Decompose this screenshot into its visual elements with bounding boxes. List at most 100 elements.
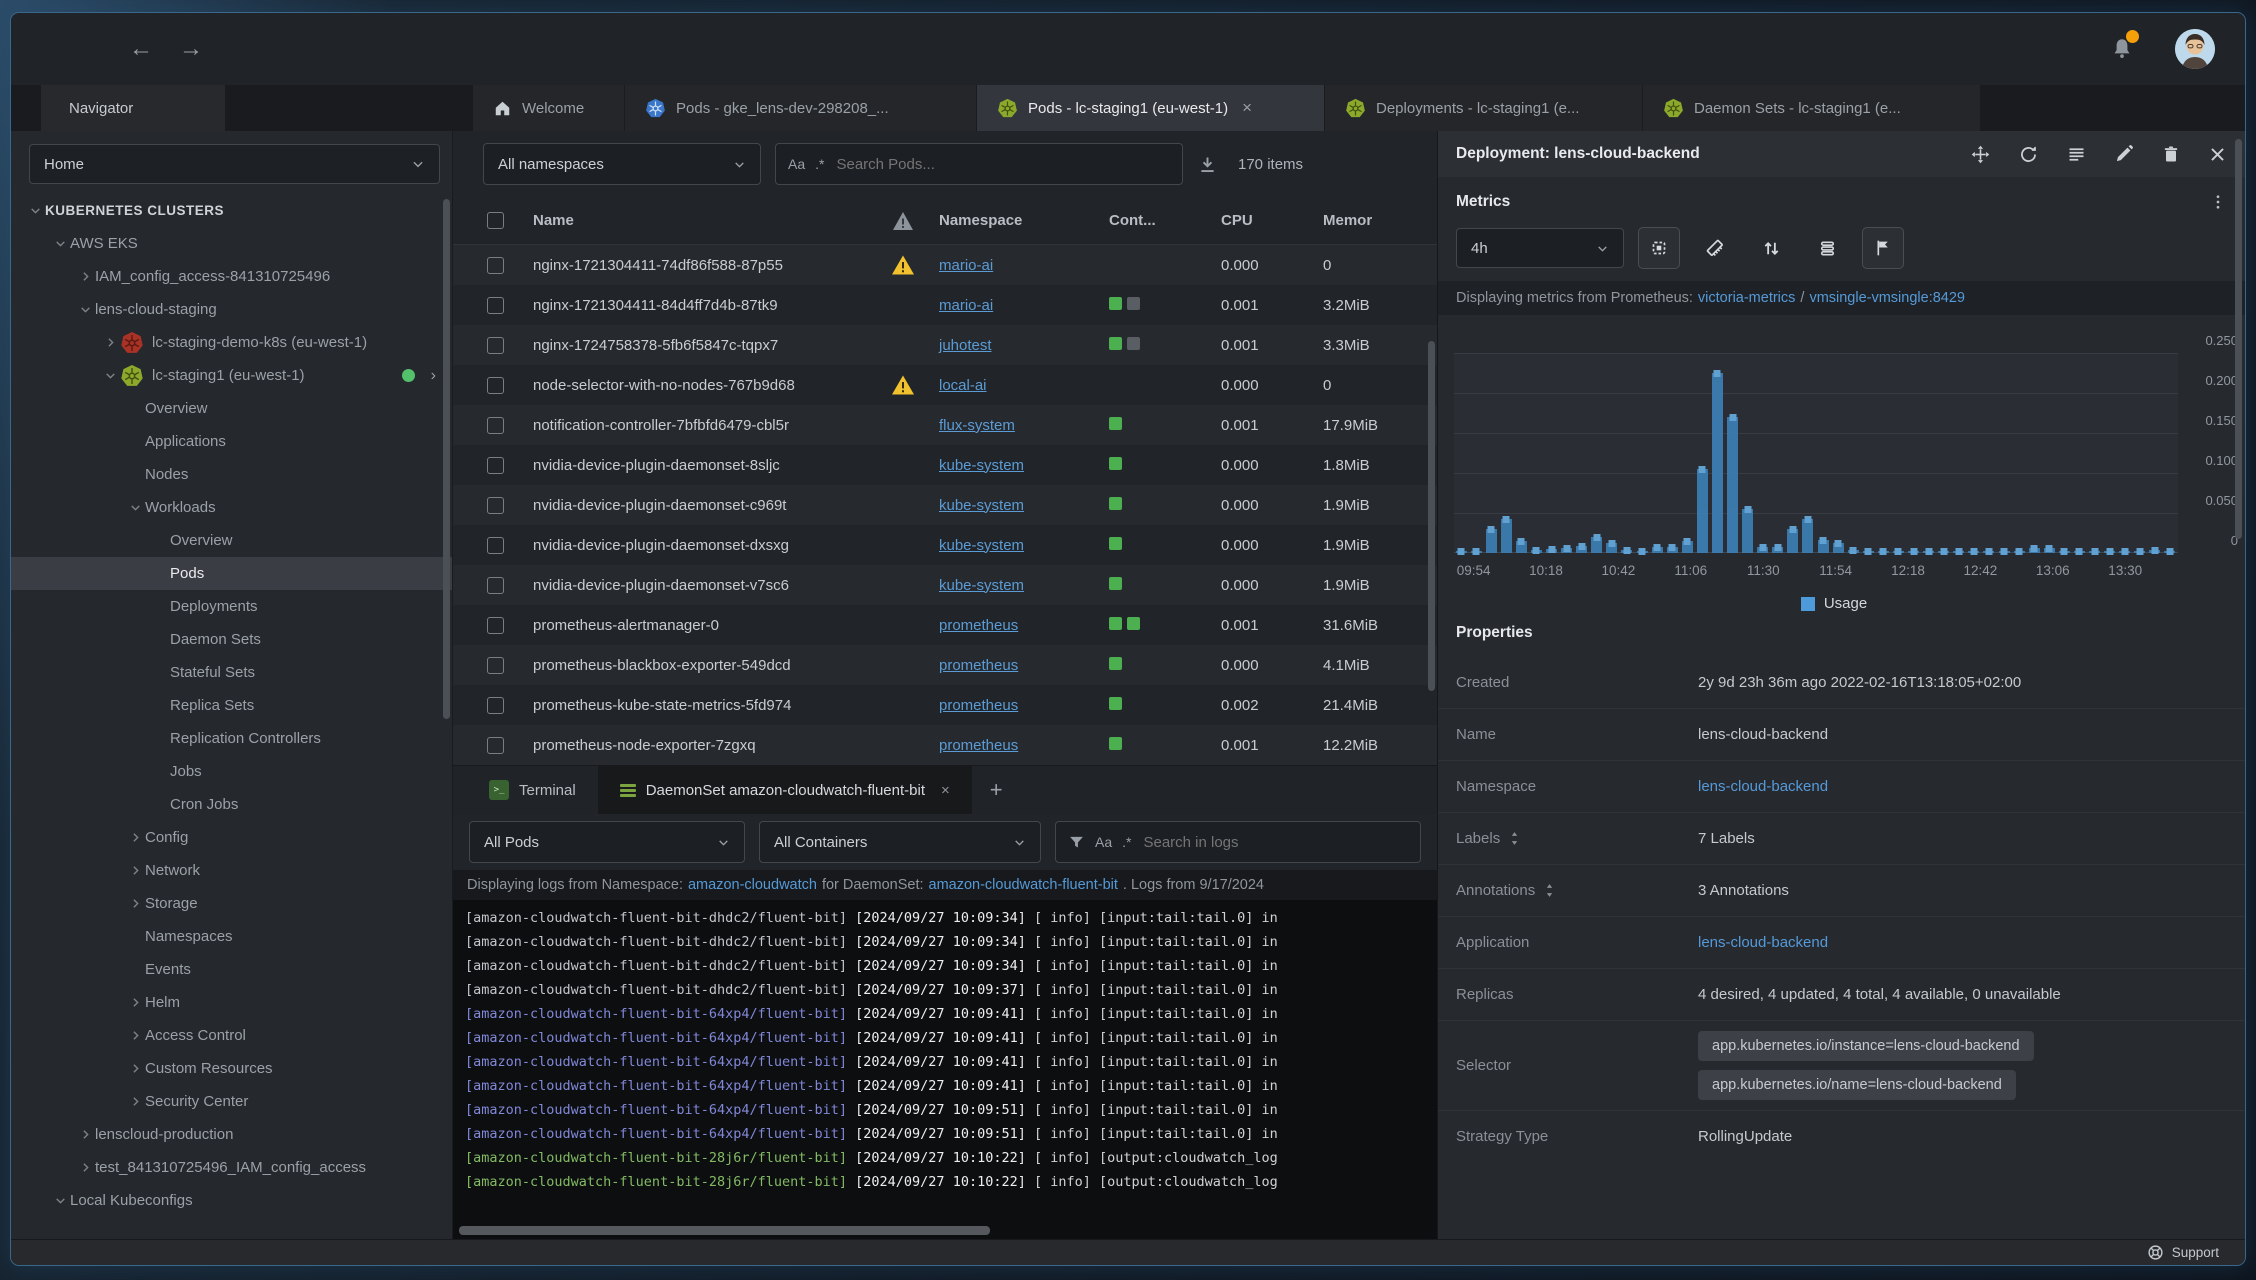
column-containers[interactable]: Cont... [1109, 212, 1221, 229]
dock-tab-daemonset-logs[interactable]: DaemonSet amazon-cloudwatch-fluent-bit × [597, 766, 972, 814]
namespace-filter-select[interactable]: All namespaces [483, 143, 761, 185]
delete-trash-icon[interactable] [2161, 144, 2181, 164]
sidebar-item-workloads[interactable]: Workloads [11, 491, 452, 524]
sidebar-item-lc-staging1-eu-west-1[interactable]: lc-staging1 (eu-west-1) › [11, 359, 452, 392]
sidebar-item-network[interactable]: Network [11, 854, 452, 887]
column-cpu[interactable]: CPU [1221, 212, 1323, 229]
metrics-range-select[interactable]: 4h [1456, 228, 1624, 268]
row-checkbox[interactable] [487, 536, 504, 554]
namespace-link[interactable]: prometheus [939, 617, 1018, 634]
table-row-prometheus-blackbox-exporter-549dcd[interactable]: prometheus-blackbox-exporter-549dcd prome… [453, 645, 1437, 685]
column-name[interactable]: Name [533, 212, 891, 229]
namespace-link[interactable]: prometheus [939, 657, 1018, 674]
tab-welcome[interactable]: Welcome [473, 85, 625, 131]
sidebar-item-aws-eks[interactable]: AWS EKS [11, 227, 452, 260]
cpu-metric-button[interactable] [1638, 227, 1680, 269]
namespace-link[interactable]: kube-system [939, 537, 1024, 554]
column-namespace[interactable]: Namespace [939, 212, 1109, 229]
table-row-notification-controller-7bfbfd6479-cbl5r[interactable]: notification-controller-7bfbfd6479-cbl5r… [453, 405, 1437, 445]
avatar[interactable] [2175, 29, 2215, 69]
dock-tab-terminal[interactable]: >_ Terminal [467, 766, 598, 814]
table-row-nvidia-device-plugin-daemonset-dxsxg[interactable]: nvidia-device-plugin-daemonset-dxsxg kube… [453, 525, 1437, 565]
match-case-toggle[interactable]: Aa [1095, 834, 1112, 850]
table-row-nginx-1721304411-84d4ff7d4b-87tk9[interactable]: nginx-1721304411-84d4ff7d4b-87tk9 mario-a… [453, 285, 1437, 325]
filter-funnel-icon[interactable] [1068, 834, 1085, 851]
row-checkbox[interactable] [487, 576, 504, 594]
sidebar-item-jobs[interactable]: Jobs [11, 755, 452, 788]
edit-pencil-icon[interactable] [2114, 144, 2134, 164]
sidebar-item-deployments[interactable]: Deployments [11, 590, 452, 623]
namespace-link[interactable]: prometheus [939, 697, 1018, 714]
sidebar-item-overview[interactable]: Overview [11, 524, 452, 557]
sidebar-item-stateful-sets[interactable]: Stateful Sets [11, 656, 452, 689]
namespace-link[interactable]: kube-system [939, 497, 1024, 514]
selector-badge[interactable]: app.kubernetes.io/name=lens-cloud-backen… [1698, 1070, 2016, 1100]
sort-updown-icon[interactable] [1543, 883, 1556, 898]
regex-toggle[interactable]: .* [815, 156, 824, 172]
download-icon[interactable] [1197, 154, 1218, 175]
daemonset-link[interactable]: amazon-cloudwatch-fluent-bit [929, 877, 1118, 893]
property-value[interactable]: lens-cloud-backend [1698, 934, 2227, 951]
row-checkbox[interactable] [487, 736, 504, 754]
close-icon[interactable]: × [941, 782, 950, 799]
sidebar-item-access-control[interactable]: Access Control [11, 1019, 452, 1052]
sidebar-item-replica-sets[interactable]: Replica Sets [11, 689, 452, 722]
row-checkbox[interactable] [487, 376, 504, 394]
catalog-select[interactable]: Home [29, 144, 440, 184]
table-scrollbar[interactable] [1428, 341, 1435, 691]
select-all-checkbox[interactable] [487, 212, 504, 229]
namespace-link[interactable]: flux-system [939, 417, 1015, 434]
tab-pods-lc-staging1-eu-west-1[interactable]: Pods - lc-staging1 (eu-west-1) × [977, 85, 1325, 131]
close-icon[interactable] [2208, 145, 2227, 164]
table-row-nginx-1721304411-74df86f588-87p55[interactable]: nginx-1721304411-74df86f588-87p55 mario-a… [453, 245, 1437, 285]
pods-filter-select[interactable]: All Pods [469, 821, 745, 863]
tab-deployments-lc-staging1-e[interactable]: Deployments - lc-staging1 (e... [1325, 85, 1643, 131]
table-row-nvidia-device-plugin-daemonset-v7sc6[interactable]: nvidia-device-plugin-daemonset-v7sc6 kube… [453, 565, 1437, 605]
sidebar-item-local-kubeconfigs[interactable]: Local Kubeconfigs [11, 1184, 452, 1217]
prometheus-service-link[interactable]: victoria-metrics [1698, 290, 1795, 306]
close-icon[interactable]: × [1242, 98, 1252, 118]
tab-daemon-sets-lc-staging1-e[interactable]: Daemon Sets - lc-staging1 (e... [1643, 85, 1981, 131]
sidebar-item-cron-jobs[interactable]: Cron Jobs [11, 788, 452, 821]
sidebar-item-events[interactable]: Events [11, 953, 452, 986]
memory-metric-button[interactable] [1694, 227, 1736, 269]
move-icon[interactable] [1970, 144, 1991, 165]
chart-plot-area[interactable] [1454, 353, 2178, 555]
namespace-link[interactable]: prometheus [939, 737, 1018, 754]
sidebar-item-pods[interactable]: Pods [11, 557, 452, 590]
navigator-tab[interactable]: Navigator [41, 85, 225, 131]
sidebar-item-storage[interactable]: Storage [11, 887, 452, 920]
sort-arrows-button[interactable] [1750, 227, 1792, 269]
sidebar-scrollbar[interactable] [443, 199, 450, 719]
table-row-prometheus-node-exporter-7zgxq[interactable]: prometheus-node-exporter-7zgxq prometheus… [453, 725, 1437, 765]
sidebar-item-namespaces[interactable]: Namespaces [11, 920, 452, 953]
sidebar-item-lenscloud-production[interactable]: lenscloud-production [11, 1118, 452, 1151]
sort-updown-icon[interactable] [1508, 831, 1521, 846]
sidebar-item-daemon-sets[interactable]: Daemon Sets [11, 623, 452, 656]
match-case-toggle[interactable]: Aa [788, 156, 805, 172]
logs-lines-icon[interactable] [2066, 144, 2087, 165]
support-button[interactable]: Support [2147, 1244, 2219, 1261]
sidebar-item-replication-controllers[interactable]: Replication Controllers [11, 722, 452, 755]
namespace-link[interactable]: mario-ai [939, 297, 993, 314]
row-checkbox[interactable] [487, 656, 504, 674]
sidebar-item-iam-config-access-841310725496[interactable]: IAM_config_access-841310725496 [11, 260, 452, 293]
sidebar-item-helm[interactable]: Helm [11, 986, 452, 1019]
new-dock-tab-button[interactable]: + [972, 766, 1021, 814]
namespace-link[interactable]: amazon-cloudwatch [688, 877, 817, 893]
table-row-prometheus-kube-state-metrics-5fd974[interactable]: prometheus-kube-state-metrics-5fd974 prom… [453, 685, 1437, 725]
sidebar-item-test-841310725496-iam-config-access[interactable]: test_841310725496_IAM_config_access [11, 1151, 452, 1184]
namespace-link[interactable]: local-ai [939, 377, 987, 394]
back-arrow-icon[interactable]: ← [129, 37, 153, 61]
property-value[interactable]: lens-cloud-backend [1698, 778, 2227, 795]
row-checkbox[interactable] [487, 496, 504, 514]
sidebar-item-custom-resources[interactable]: Custom Resources [11, 1052, 452, 1085]
sidebar-item-config[interactable]: Config [11, 821, 452, 854]
namespace-link[interactable]: mario-ai [939, 257, 993, 274]
table-row-node-selector-with-no-nodes-767b9d68[interactable]: node-selector-with-no-nodes-767b9d68 loca… [453, 365, 1437, 405]
sidebar-item-nodes[interactable]: Nodes [11, 458, 452, 491]
chart-legend[interactable]: Usage [1454, 585, 2214, 618]
stacked-list-button[interactable] [1806, 227, 1848, 269]
sidebar-item-lc-staging-demo-k8s-eu-west-1[interactable]: lc-staging-demo-k8s (eu-west-1) [11, 326, 452, 359]
sidebar-item-overview[interactable]: Overview [11, 392, 452, 425]
